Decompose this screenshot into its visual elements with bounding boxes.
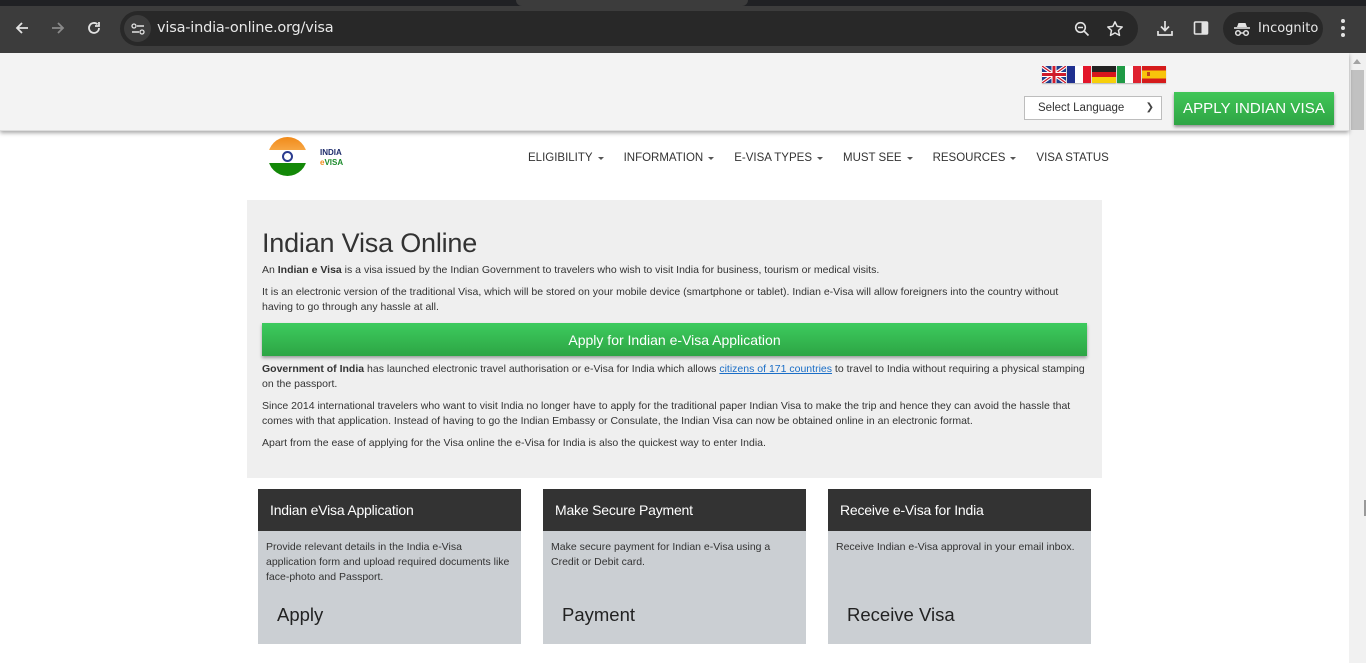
- apply-evisa-application-button[interactable]: Apply for Indian e-Visa Application: [262, 323, 1087, 356]
- nav-visa-status[interactable]: VISA STATUS: [1036, 152, 1108, 164]
- text: An: [262, 264, 278, 276]
- france-flag-icon[interactable]: [1067, 66, 1091, 83]
- bold-text: Government of India: [262, 363, 365, 375]
- card-title: Make Secure Payment: [543, 489, 806, 531]
- card-description: Receive Indian e-Visa approval in your e…: [836, 541, 1075, 553]
- arrow-left-icon: [15, 22, 28, 34]
- card-description: Make secure payment for Indian e-Visa us…: [551, 541, 771, 568]
- caret-down-icon: [597, 156, 604, 160]
- bookmark-button[interactable]: [1104, 18, 1126, 40]
- logo-line-india: INDIA: [320, 148, 342, 157]
- text: has launched electronic travel authorisa…: [364, 363, 720, 375]
- nav-label: INFORMATION: [623, 152, 704, 164]
- kebab-dot: [1341, 33, 1345, 37]
- address-bar[interactable]: visa-india-online.org/visa: [120, 11, 1138, 46]
- hero-section: Indian Visa Online An Indian e Visa is a…: [247, 200, 1102, 478]
- star-icon: [1107, 21, 1123, 37]
- browser-toolbar: visa-india-online.org/visa Incognito: [0, 0, 1366, 53]
- page-scrollbar[interactable]: [1349, 53, 1366, 663]
- ashoka-chakra-icon: [282, 151, 293, 162]
- apply-indian-visa-button[interactable]: APPLY INDIAN VISA: [1174, 92, 1334, 125]
- reload-button[interactable]: [80, 14, 108, 42]
- incognito-label: Incognito: [1258, 21, 1319, 36]
- caret-down-icon: [708, 156, 715, 160]
- card-title: Receive e-Visa for India: [828, 489, 1091, 531]
- logo-text[interactable]: INDIA eVISA: [320, 148, 343, 168]
- logo-line-evisa: eVISA: [320, 158, 343, 168]
- caret-down-icon: [816, 156, 823, 160]
- forward-button[interactable]: [44, 14, 72, 42]
- scroll-thumb[interactable]: [1351, 70, 1364, 130]
- step-card-payment[interactable]: Make Secure Payment Make secure payment …: [543, 489, 806, 644]
- nav-eligibility[interactable]: ELIGIBILITY: [528, 152, 604, 164]
- bold-text: Indian e Visa: [277, 264, 342, 276]
- card-cta[interactable]: Apply: [258, 602, 521, 626]
- side-panel-button[interactable]: [1188, 15, 1214, 41]
- language-select-value: Select Language: [1038, 102, 1125, 114]
- nav-information[interactable]: INFORMATION: [624, 152, 715, 164]
- zoom-out-icon: [1074, 21, 1090, 37]
- side-panel-icon: [1193, 21, 1209, 35]
- uk-flag-icon[interactable]: [1042, 66, 1066, 83]
- nav-evisa-types[interactable]: E-VISA TYPES: [734, 152, 823, 164]
- card-cta[interactable]: Payment: [543, 602, 806, 626]
- nav-label: E-VISA TYPES: [734, 152, 812, 164]
- top-utility-bar: Select Language ❯ APPLY INDIAN VISA: [0, 53, 1349, 131]
- language-flags: [1042, 66, 1166, 83]
- nav-label: ELIGIBILITY: [528, 152, 593, 164]
- incognito-indicator[interactable]: Incognito: [1223, 12, 1323, 45]
- nav-label: VISA STATUS: [1036, 152, 1109, 164]
- reload-icon: [88, 22, 100, 34]
- step-card-apply[interactable]: Indian eVisa Application Provide relevan…: [258, 489, 521, 644]
- kebab-menu-icon: [1341, 19, 1345, 23]
- nav-label: RESOURCES: [932, 152, 1006, 164]
- logo-saffron-band: [268, 137, 307, 150]
- nav-label: MUST SEE: [842, 152, 902, 164]
- tab-edge: [516, 0, 748, 6]
- site-info-button[interactable]: [124, 15, 151, 42]
- intro-paragraph: An Indian e Visa is a visa issued by the…: [262, 263, 1087, 278]
- italy-flag-icon[interactable]: [1117, 66, 1141, 83]
- scroll-up-arrow-icon[interactable]: [1353, 59, 1361, 64]
- caret-down-icon: [1010, 156, 1017, 160]
- downloads-button[interactable]: [1152, 15, 1178, 41]
- government-paragraph: Government of India has launched electro…: [262, 362, 1087, 392]
- electronic-version-paragraph: It is an electronic version of the tradi…: [262, 286, 1059, 313]
- language-select[interactable]: Select Language ❯: [1024, 96, 1162, 120]
- caret-down-icon: [906, 156, 913, 160]
- incognito-icon: [1234, 22, 1250, 36]
- browser-menu-button[interactable]: [1336, 17, 1350, 39]
- arrow-right-icon: [52, 22, 65, 34]
- zoom-button[interactable]: [1071, 18, 1093, 40]
- logo-green-band: [268, 163, 307, 176]
- citizens-171-countries-link[interactable]: citizens of 171 countries: [719, 363, 832, 375]
- chevron-down-icon: ❯: [1145, 102, 1154, 113]
- nav-resources[interactable]: RESOURCES: [933, 152, 1017, 164]
- card-description: Provide relevant details in the India e-…: [266, 541, 510, 583]
- india-flag-logo[interactable]: [268, 137, 307, 176]
- main-navigation: ELIGIBILITY INFORMATION E-VISA TYPES MUS…: [528, 152, 1129, 164]
- text: is a visa issued by the Indian Governmen…: [341, 264, 880, 276]
- page-viewport: Select Language ❯ APPLY INDIAN VISA INDI…: [0, 53, 1366, 663]
- logo-white-band: [268, 150, 307, 163]
- since-2014-paragraph: Since 2014 international travelers who w…: [262, 400, 1071, 427]
- download-icon: [1157, 21, 1173, 36]
- card-cta[interactable]: Receive Visa: [828, 602, 1091, 626]
- step-card-receive[interactable]: Receive e-Visa for India Receive Indian …: [828, 489, 1091, 644]
- nav-must-see[interactable]: MUST SEE: [843, 152, 913, 164]
- germany-flag-icon[interactable]: [1092, 66, 1116, 83]
- tune-icon: [130, 22, 145, 35]
- page-title: Indian Visa Online: [262, 228, 478, 258]
- logo-visa-text: VISA: [324, 158, 344, 167]
- url-text[interactable]: visa-india-online.org/visa: [157, 20, 334, 36]
- process-steps: Indian eVisa Application Provide relevan…: [258, 489, 1091, 644]
- back-button[interactable]: [8, 14, 36, 42]
- spain-flag-icon[interactable]: [1142, 66, 1166, 83]
- kebab-dot: [1341, 26, 1345, 30]
- quickest-way-paragraph: Apart from the ease of applying for the …: [262, 437, 766, 449]
- card-title: Indian eVisa Application: [258, 489, 521, 531]
